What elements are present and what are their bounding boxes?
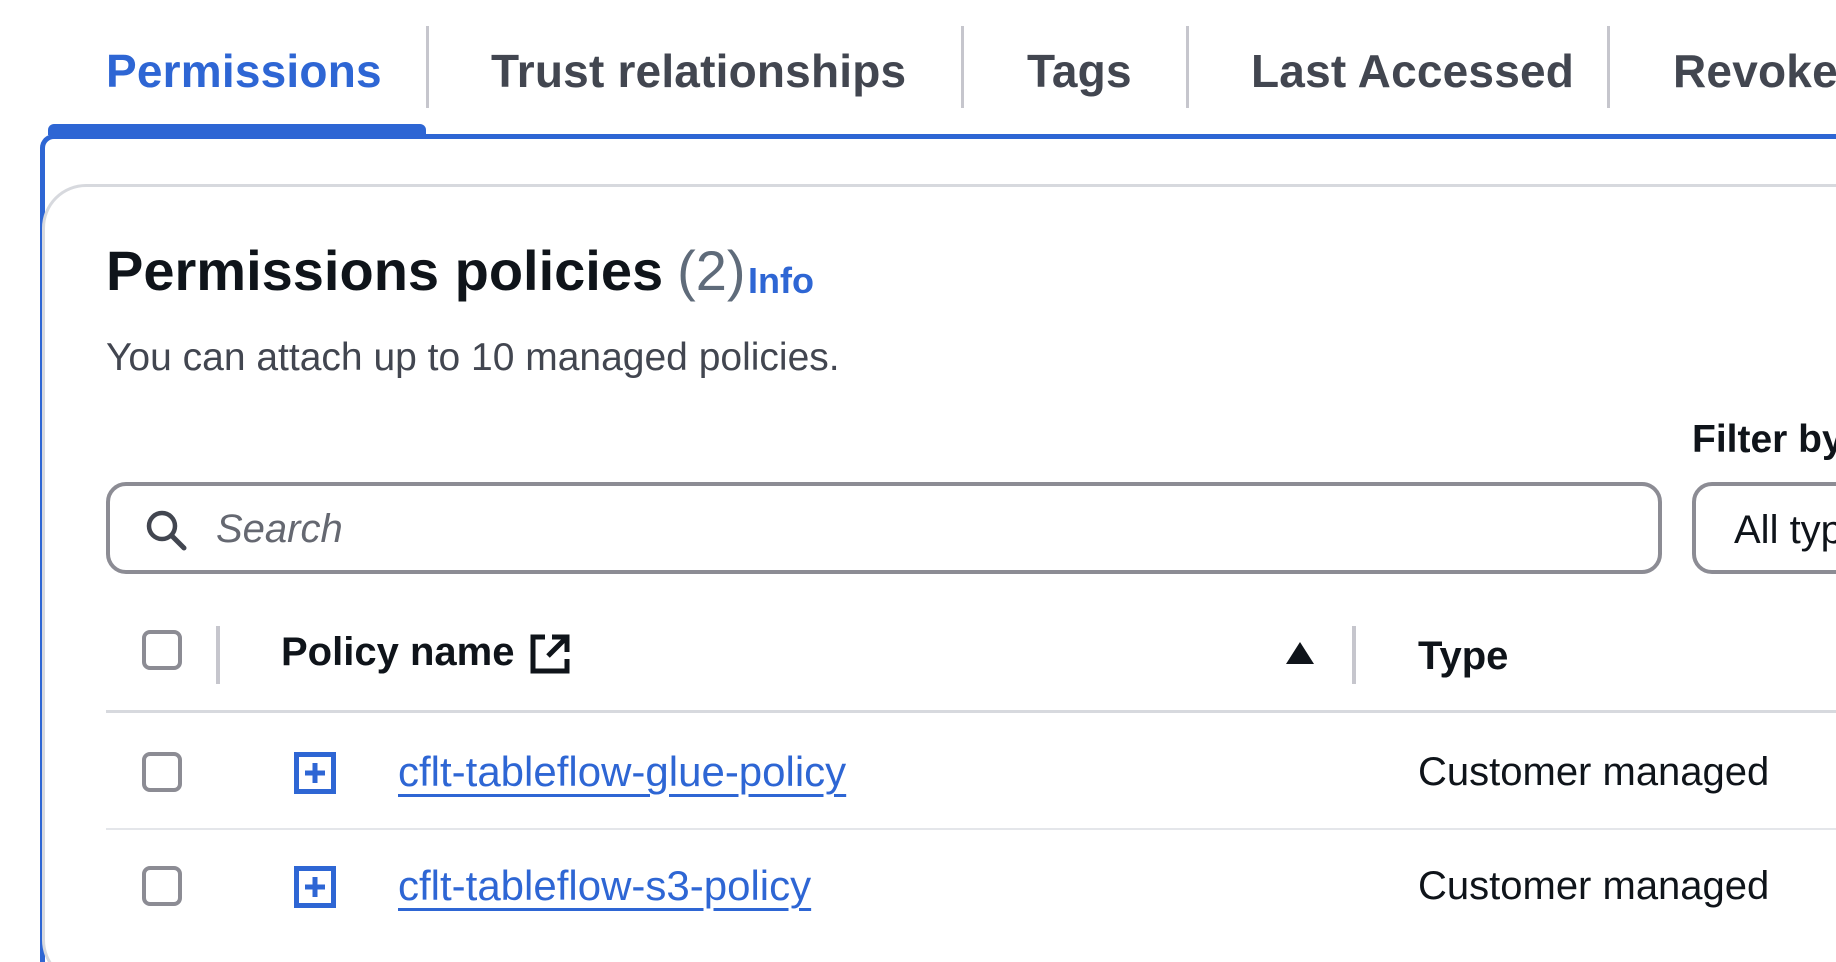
tab-last-accessed[interactable]: Last Accessed [1251, 44, 1574, 98]
external-link-icon[interactable] [528, 632, 572, 676]
tab-bar: Permissions Trust relationships Tags Las… [0, 0, 1836, 140]
row-checkbox[interactable] [142, 866, 182, 906]
policy-name-link[interactable]: cflt-tableflow-s3-policy [398, 862, 811, 910]
search-icon [146, 510, 187, 551]
tab-revoke[interactable]: Revoke [1673, 44, 1836, 98]
expand-plus-icon[interactable] [294, 752, 336, 794]
sort-ascending-icon[interactable] [1284, 640, 1316, 666]
search-field[interactable] [106, 482, 1662, 574]
select-all-checkbox[interactable] [142, 630, 182, 670]
policy-type-cell: Customer managed [1418, 750, 1770, 794]
column-header-type[interactable]: Type [1418, 634, 1508, 679]
section-title-text: Permissions policies [106, 239, 664, 302]
iam-role-permissions-page: Permissions Trust relationships Tags Las… [0, 0, 1836, 962]
type-filter-value: All types [1734, 508, 1836, 552]
policy-name-link[interactable]: cflt-tableflow-glue-policy [398, 748, 846, 796]
type-filter-select[interactable]: All types [1692, 482, 1836, 574]
tab-trust-relationships[interactable]: Trust relationships [491, 44, 906, 98]
header-separator [106, 710, 1836, 713]
policy-count: (2) [677, 239, 746, 302]
tab-permissions[interactable]: Permissions [106, 44, 382, 98]
filter-by-label: Filter by [1692, 418, 1836, 461]
info-link[interactable]: Info [748, 260, 814, 302]
tab-tags[interactable]: Tags [1027, 44, 1132, 98]
row-separator [106, 828, 1836, 830]
tab-divider [961, 26, 964, 108]
column-divider [216, 626, 220, 684]
tab-divider [1186, 26, 1189, 108]
tab-divider [1607, 26, 1610, 108]
section-title: Permissions policies (2) [106, 238, 746, 303]
expand-plus-icon[interactable] [294, 866, 336, 908]
policy-type-cell: Customer managed [1418, 864, 1770, 908]
tab-divider [426, 26, 429, 108]
search-input[interactable] [216, 498, 1616, 560]
section-description: You can attach up to 10 managed policies… [106, 336, 840, 379]
row-checkbox[interactable] [142, 752, 182, 792]
column-header-policy-name[interactable]: Policy name [281, 630, 514, 675]
column-divider [1352, 626, 1356, 684]
